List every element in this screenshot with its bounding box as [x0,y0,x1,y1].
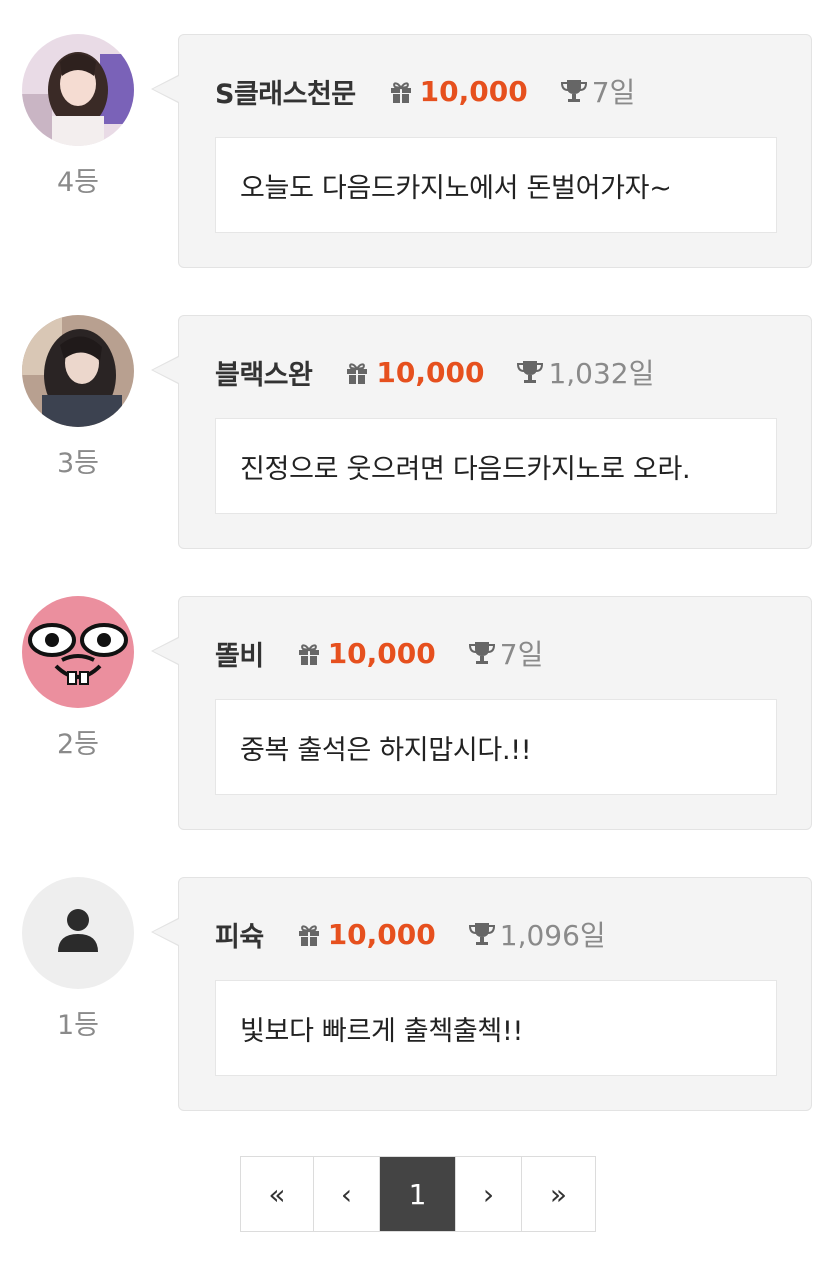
entry-meta: 블랙스완 10,000 1,032일 [215,352,654,392]
rank-label: 4등 [56,167,100,198]
attendance-days: 1,096일 [499,919,606,952]
comment-message: 오늘도 다음드카지노에서 돈벌어가자~ [215,137,777,233]
gift-icon [298,644,319,665]
points-value: 10,000 [327,917,436,951]
attendance-entry: 2등 똘비 10,000 7일 중복 출석은 하지맙시다.!! [0,596,835,832]
comment-card: 똘비 10,000 7일 중복 출석은 하지맙시다.!! [151,596,812,830]
comment-card: S클래스천문 10,000 7일 오늘도 다음드카지노에서 돈벌어가자~ [151,34,812,268]
points-value: 10,000 [327,636,436,670]
entry-meta: 피슉 10,000 1,096일 [215,914,606,954]
trophy-icon [468,923,495,945]
comment-card: 블랙스완 10,000 1,032일 진정으로 웃으려면 다음드카지노로 오라. [151,315,812,549]
pagination: « ‹ 1 › » [240,1156,596,1232]
comment-message: 빛보다 빠르게 출첵출첵!! [215,980,777,1076]
user-avatar[interactable] [22,34,134,146]
points-value: 10,000 [419,74,528,108]
gift-icon [298,925,319,946]
user-name[interactable]: 피슉 [215,915,264,954]
first-page-button[interactable]: « [241,1157,314,1231]
gift-icon [347,363,368,384]
points-value: 10,000 [376,355,485,389]
comment-message: 진정으로 웃으려면 다음드카지노로 오라. [215,418,777,514]
comment-card: 피슉 10,000 1,096일 빛보다 빠르게 출첵출첵!! [151,877,812,1111]
gift-icon [390,82,411,103]
card-pointer [153,638,179,664]
last-page-button[interactable]: » [522,1157,595,1231]
user-avatar[interactable] [22,877,134,989]
user-name[interactable]: 블랙스완 [215,353,313,392]
attendance-entry: 1등 피슉 10,000 1,096일 빛보다 빠르게 출첵출첵!! [0,877,835,1113]
trophy-icon [468,642,495,664]
attendance-entry: 4등 S클래스천문 10,000 7일 오늘도 다음드카지노에서 돈벌어가자~ [0,34,835,270]
current-page-button[interactable]: 1 [380,1157,456,1231]
card-pointer [153,919,179,945]
attendance-days: 1,032일 [548,357,655,390]
rank-label: 1등 [56,1010,100,1041]
attendance-days: 7일 [591,76,636,109]
card-pointer [153,357,179,383]
card-pointer [153,76,179,102]
next-page-button[interactable]: › [456,1157,522,1231]
attendance-days: 7일 [499,638,544,671]
attendance-entry: 3등 블랙스완 10,000 1,032일 진정으로 웃으려면 다음드카지노로 … [0,315,835,551]
user-name[interactable]: S클래스천문 [215,72,356,111]
trophy-icon [517,361,544,383]
rank-label: 3등 [56,448,100,479]
entry-meta: S클래스천문 10,000 7일 [215,71,635,111]
user-icon [67,909,89,931]
user-name[interactable]: 똘비 [215,634,264,673]
comment-message: 중복 출석은 하지맙시다.!! [215,699,777,795]
trophy-icon [560,80,587,102]
prev-page-button[interactable]: ‹ [314,1157,380,1231]
user-avatar[interactable] [22,315,134,427]
entry-meta: 똘비 10,000 7일 [215,633,543,673]
user-avatar[interactable] [22,596,134,708]
rank-label: 2등 [56,729,100,760]
